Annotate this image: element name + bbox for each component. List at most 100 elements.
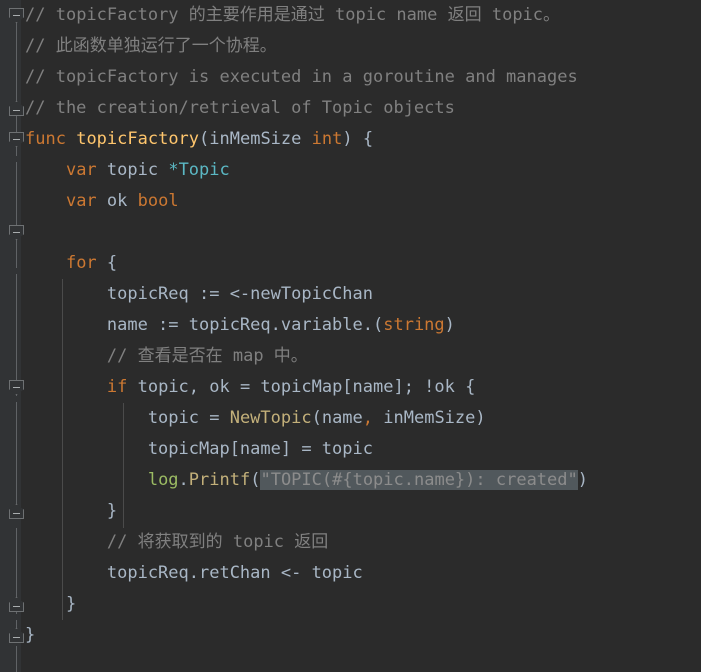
code-token: //: [25, 5, 56, 25]
code-token: name := topicReq.variable.(: [25, 315, 384, 335]
fold-minus-glyph: [13, 606, 20, 607]
code-token: {: [96, 253, 118, 273]
code-token: topicMap[name] = topic: [25, 439, 373, 459]
code-line[interactable]: topic = NewTopic(name, inMemSize): [25, 403, 588, 434]
code-token: ,: [362, 408, 374, 428]
code-token: 。: [543, 5, 561, 25]
code-token: // topicFactory is executed in a gorouti…: [25, 67, 578, 87]
code-line[interactable]: log.Printf("TOPIC(#{topic.name}): create…: [25, 465, 588, 496]
code-token: Printf: [188, 470, 251, 490]
code-token: bool: [137, 191, 179, 211]
code-line[interactable]: [25, 217, 588, 248]
code-token: int: [311, 129, 343, 149]
code-token: (name: [311, 408, 363, 428]
fold-minus-glyph: [13, 110, 20, 111]
code-line[interactable]: }: [25, 589, 588, 620]
code-token: (: [250, 470, 261, 490]
code-token: topicFactory: [76, 129, 200, 149]
fold-up-icon[interactable]: [9, 504, 24, 519]
code-token: }: [25, 625, 36, 645]
code-token: // the creation/retrieval of Topic objec…: [25, 98, 455, 118]
code-token: NewTopic: [229, 408, 312, 428]
code-line[interactable]: // topicFactory is executed in a gorouti…: [25, 62, 588, 93]
code-line[interactable]: // 此函数单独运行了一个协程。: [25, 31, 588, 62]
fold-up-icon[interactable]: [9, 628, 24, 643]
code-token: string: [383, 315, 445, 335]
code-token: topicFactory: [55, 5, 189, 25]
fold-region-line: [16, 646, 17, 672]
code-token: ): [444, 315, 455, 335]
fold-minus-glyph: [13, 139, 20, 140]
fold-minus-glyph: [13, 387, 20, 388]
code-line[interactable]: // topicFactory 的主要作用是通过 topic name 返回 t…: [25, 0, 588, 31]
code-line[interactable]: name := topicReq.variable.(string): [25, 310, 588, 341]
fold-minus-glyph: [13, 232, 20, 233]
code-token: //: [106, 532, 138, 552]
code-token: topic: [481, 5, 544, 25]
fold-region-line: [16, 162, 17, 268]
code-token: .: [178, 470, 189, 490]
code-token: 返回: [447, 5, 482, 25]
code-line[interactable]: topicReq := <-newTopicChan: [25, 279, 588, 310]
fold-up-icon[interactable]: [9, 101, 24, 116]
code-line[interactable]: // 将获取到的 topic 返回: [25, 527, 588, 558]
fold-down-icon[interactable]: [9, 8, 24, 23]
code-token: }: [25, 594, 77, 614]
code-line[interactable]: func topicFactory(inMemSize int) {: [25, 124, 588, 155]
code-token: ok: [96, 191, 138, 211]
fold-region-line: [16, 274, 17, 396]
code-token: topic name: [324, 5, 448, 25]
code-line[interactable]: topicMap[name] = topic: [25, 434, 588, 465]
code-line[interactable]: var topic *Topic: [25, 155, 588, 186]
code-token: (inMemSize: [199, 129, 312, 149]
code-token: }: [25, 501, 118, 521]
editor-gutter[interactable]: [0, 0, 24, 672]
fold-down-icon[interactable]: [9, 380, 24, 395]
code-token: topic: [96, 160, 169, 180]
code-token: inMemSize): [373, 408, 486, 428]
code-token: ) {: [342, 129, 374, 149]
code-line[interactable]: for {: [25, 248, 588, 279]
code-editor[interactable]: // topicFactory 的主要作用是通过 topic name 返回 t…: [0, 0, 701, 672]
code-token: map: [222, 346, 274, 366]
code-token: topicReq.retChan <- topic: [25, 563, 363, 583]
fold-region-line: [16, 402, 17, 514]
code-token: topic, ok = topicMap[name]; !ok {: [127, 377, 476, 397]
highlighted-string: "TOPIC(#{topic.name}): created": [260, 470, 578, 490]
code-line[interactable]: var ok bool: [25, 186, 588, 217]
code-token: 此函数单独运行了一个协程。: [55, 36, 277, 56]
code-token: 将获取到的: [137, 532, 223, 552]
code-line[interactable]: // the creation/retrieval of Topic objec…: [25, 93, 588, 124]
code-content[interactable]: // topicFactory 的主要作用是通过 topic name 返回 t…: [25, 0, 588, 651]
code-line[interactable]: // 查看是否在 map 中。: [25, 341, 588, 372]
fold-minus-glyph: [13, 513, 20, 514]
fold-down-icon[interactable]: [9, 225, 24, 240]
code-token: func: [25, 129, 66, 149]
code-token: *Topic: [168, 160, 230, 180]
code-token: if: [106, 377, 128, 397]
code-line[interactable]: topicReq.retChan <- topic: [25, 558, 588, 589]
code-line[interactable]: }: [25, 496, 588, 527]
fold-minus-glyph: [13, 637, 20, 638]
code-token: var: [65, 160, 97, 180]
code-token: 中。: [273, 346, 308, 366]
code-line[interactable]: }: [25, 620, 588, 651]
code-token: topic: [222, 532, 295, 552]
fold-down-icon[interactable]: [9, 132, 24, 147]
code-token: 查看是否在: [137, 346, 223, 366]
code-token: log: [147, 470, 179, 490]
code-token: ): [577, 470, 588, 490]
fold-up-icon[interactable]: [9, 597, 24, 612]
code-token: 返回: [294, 532, 329, 552]
code-token: //: [106, 346, 138, 366]
fold-minus-glyph: [13, 15, 20, 16]
code-line[interactable]: if topic, ok = topicMap[name]; !ok {: [25, 372, 588, 403]
